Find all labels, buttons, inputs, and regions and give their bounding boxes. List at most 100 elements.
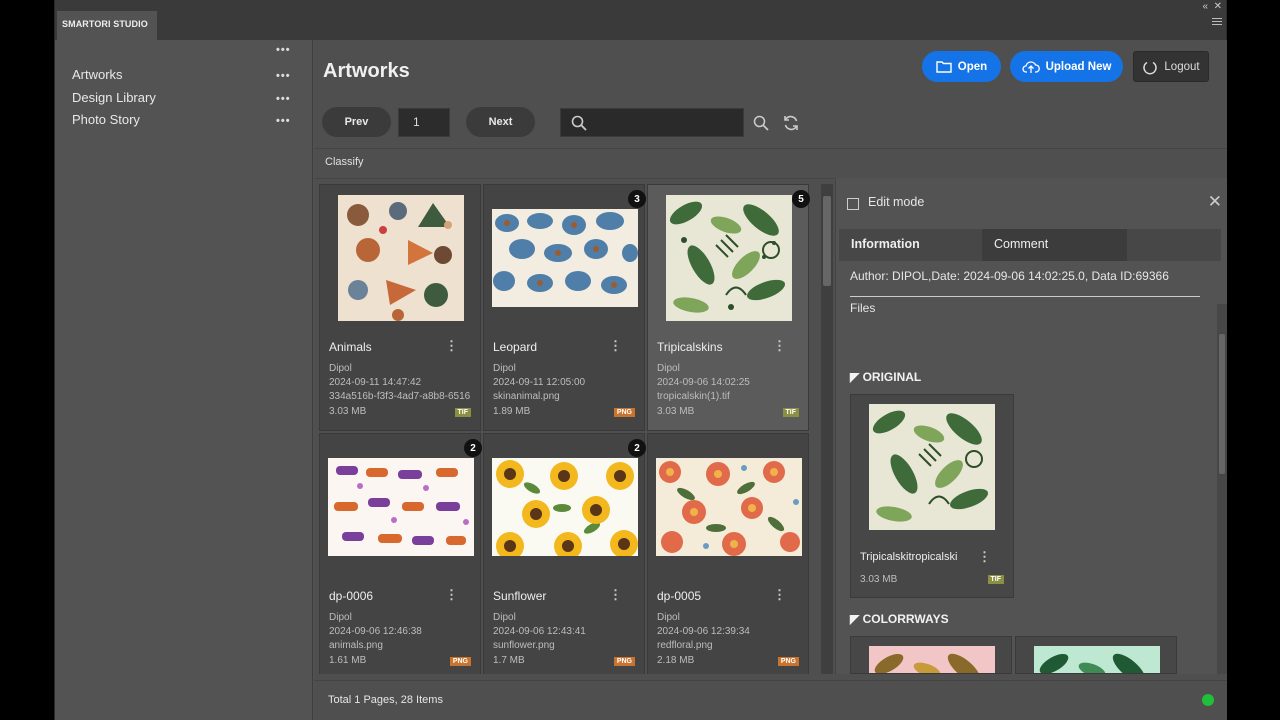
- artwork-author: Dipol: [657, 612, 680, 623]
- artworks-more-icon[interactable]: •••: [276, 70, 291, 82]
- refresh-icon[interactable]: [782, 114, 800, 132]
- file-type-badge: PNG: [777, 657, 799, 666]
- artwork-date: 2024-09-06 14:02:25: [657, 377, 750, 388]
- panel-menu-icon[interactable]: [1212, 18, 1222, 27]
- edit-mode-checkbox[interactable]: [847, 198, 859, 210]
- artwork-card-selected[interactable]: 5 Tripicalskins ⋮ Dipol 2024-09-06 14:02…: [647, 184, 810, 431]
- original-section-heading[interactable]: ◤ ORIGINAL: [850, 370, 921, 384]
- panel-tab[interactable]: SMARTORI STUDIO: [57, 11, 157, 40]
- colorway-thumbnail[interactable]: [1034, 646, 1160, 674]
- artwork-card[interactable]: 2 dp-0006 ⋮ Dipol 2024-09-06 12:46:38 an…: [319, 433, 482, 674]
- leopard-thumbnail[interactable]: [492, 193, 638, 323]
- artwork-author: Dipol: [657, 363, 680, 374]
- collapse-icon[interactable]: «: [1202, 1, 1208, 12]
- open-button[interactable]: Open: [922, 51, 1001, 82]
- artwork-name: dp-0006: [329, 589, 374, 603]
- panel-titlebar: SMARTORI STUDIO « ✕: [55, 0, 1226, 40]
- artwork-name: Tripicalskins: [657, 340, 723, 354]
- sidebar: ••• Artworks ••• Design Library ••• Phot…: [55, 40, 313, 720]
- collapse-triangle-icon: ◤: [850, 370, 860, 384]
- open-label: Open: [957, 60, 988, 73]
- artwork-card[interactable]: Animals ⋮ Dipol 2024-09-11 14:47:42 334a…: [319, 184, 481, 431]
- original-heading-label: ORIGINAL: [862, 370, 922, 384]
- detail-panel: Edit mode ✕ Information Comment Author: …: [835, 178, 1227, 674]
- artwork-name: Sunflower: [493, 589, 547, 603]
- page-title: Artworks: [323, 60, 410, 82]
- power-icon: [1143, 61, 1158, 74]
- tab-comment[interactable]: Comment: [982, 229, 1127, 261]
- grid-scrollbar[interactable]: [821, 184, 833, 674]
- tropical-leaves-thumbnail[interactable]: [656, 193, 802, 323]
- artwork-size: 3.03 MB: [329, 406, 367, 417]
- sidebar-item-artworks[interactable]: Artworks: [72, 67, 123, 82]
- artwork-author: Dipol: [493, 612, 516, 623]
- artwork-file: sunflower.png: [493, 640, 555, 651]
- artwork-author: Dipol: [329, 363, 352, 374]
- detail-scroll-thumb[interactable]: [1219, 334, 1225, 474]
- sidebar-item-design-library[interactable]: Design Library: [72, 90, 156, 105]
- woodland-animals-thumbnail[interactable]: [328, 193, 474, 323]
- upload-new-button[interactable]: Upload New: [1010, 51, 1123, 82]
- version-count-badge: 2: [464, 439, 482, 457]
- tab-information[interactable]: Information: [839, 229, 982, 261]
- prev-button[interactable]: Prev: [322, 107, 391, 137]
- file-type-badge: PNG: [613, 657, 635, 666]
- page-number-input[interactable]: 1: [398, 108, 450, 137]
- version-count-badge: 3: [628, 190, 646, 208]
- original-file-thumbnail[interactable]: [869, 404, 995, 530]
- detail-scrollbar[interactable]: [1217, 304, 1227, 674]
- grid-scroll-thumb[interactable]: [823, 196, 831, 286]
- search-field-icon: [571, 115, 587, 131]
- design-library-more-icon[interactable]: •••: [276, 93, 291, 105]
- artwork-menu-icon[interactable]: ⋮: [773, 338, 786, 354]
- artwork-card[interactable]: 3 Leopard ⋮ Dipol 2024-09-11 12:05:00 sk…: [483, 184, 646, 431]
- original-file-card[interactable]: Tripicalskitropicalski ⋮ 3.03 MB TIF: [850, 394, 1014, 598]
- search-input[interactable]: [560, 108, 744, 137]
- red-floral-thumbnail[interactable]: [656, 442, 802, 572]
- original-file-menu-icon[interactable]: ⋮: [978, 549, 991, 565]
- smartori-panel: SMARTORI STUDIO « ✕ ••• Artworks ••• Des…: [54, 0, 1227, 720]
- artwork-size: 2.18 MB: [657, 655, 695, 666]
- classify-label[interactable]: Classify: [325, 156, 364, 168]
- folder-icon: [936, 61, 952, 73]
- divider: [850, 296, 1200, 297]
- artwork-menu-icon[interactable]: ⋮: [773, 587, 786, 603]
- version-count-badge: 2: [628, 439, 646, 457]
- colorway-card[interactable]: [850, 636, 1012, 674]
- artwork-card[interactable]: 2 Sunflower ⋮ Dipol 2024-09-06 12:43:41 …: [483, 433, 646, 674]
- status-bar: Total 1 Pages, 28 Items: [314, 680, 1227, 720]
- colorway-thumbnail[interactable]: [869, 646, 995, 674]
- artwork-card[interactable]: dp-0005 ⋮ Dipol 2024-09-06 12:39:34 redf…: [647, 433, 809, 674]
- colorways-section-heading[interactable]: ◤ COLORRWAYS: [850, 612, 949, 626]
- artwork-date: 2024-09-06 12:46:38: [329, 626, 422, 637]
- purple-animals-thumbnail[interactable]: [328, 442, 474, 572]
- sunflower-thumbnail[interactable]: [492, 442, 638, 572]
- edit-mode-label[interactable]: Edit mode: [868, 195, 924, 209]
- close-panel-icon[interactable]: ✕: [1214, 1, 1222, 12]
- close-icon[interactable]: ✕: [1208, 192, 1222, 212]
- artwork-menu-icon[interactable]: ⋮: [609, 338, 622, 354]
- colorway-card[interactable]: [1015, 636, 1177, 674]
- connection-status-icon: [1202, 694, 1214, 706]
- logout-button[interactable]: Logout: [1133, 51, 1209, 82]
- next-button[interactable]: Next: [466, 107, 535, 137]
- artwork-name: dp-0005: [657, 589, 702, 603]
- file-type-badge: PNG: [613, 408, 635, 417]
- artwork-menu-icon[interactable]: ⋮: [445, 587, 458, 603]
- artwork-grid: Animals ⋮ Dipol 2024-09-11 14:47:42 334a…: [319, 184, 814, 674]
- file-type-badge: TIF: [987, 575, 1004, 584]
- artwork-menu-icon[interactable]: ⋮: [609, 587, 622, 603]
- search-icon[interactable]: [753, 115, 769, 131]
- files-label: Files: [850, 301, 876, 315]
- artwork-file: tropicalskin(1).tif: [657, 391, 730, 402]
- artwork-file: redfloral.png: [657, 640, 713, 651]
- sidebar-more-icon[interactable]: •••: [276, 44, 291, 56]
- artwork-size: 1.61 MB: [329, 655, 367, 666]
- artwork-date: 2024-09-06 12:43:41: [493, 626, 586, 637]
- cloud-upload-icon: [1022, 60, 1040, 73]
- artwork-size: 3.03 MB: [657, 406, 695, 417]
- artwork-menu-icon[interactable]: ⋮: [445, 338, 458, 354]
- sidebar-item-photo-story[interactable]: Photo Story: [72, 112, 140, 127]
- photo-story-more-icon[interactable]: •••: [276, 115, 291, 127]
- artwork-author: Dipol: [493, 363, 516, 374]
